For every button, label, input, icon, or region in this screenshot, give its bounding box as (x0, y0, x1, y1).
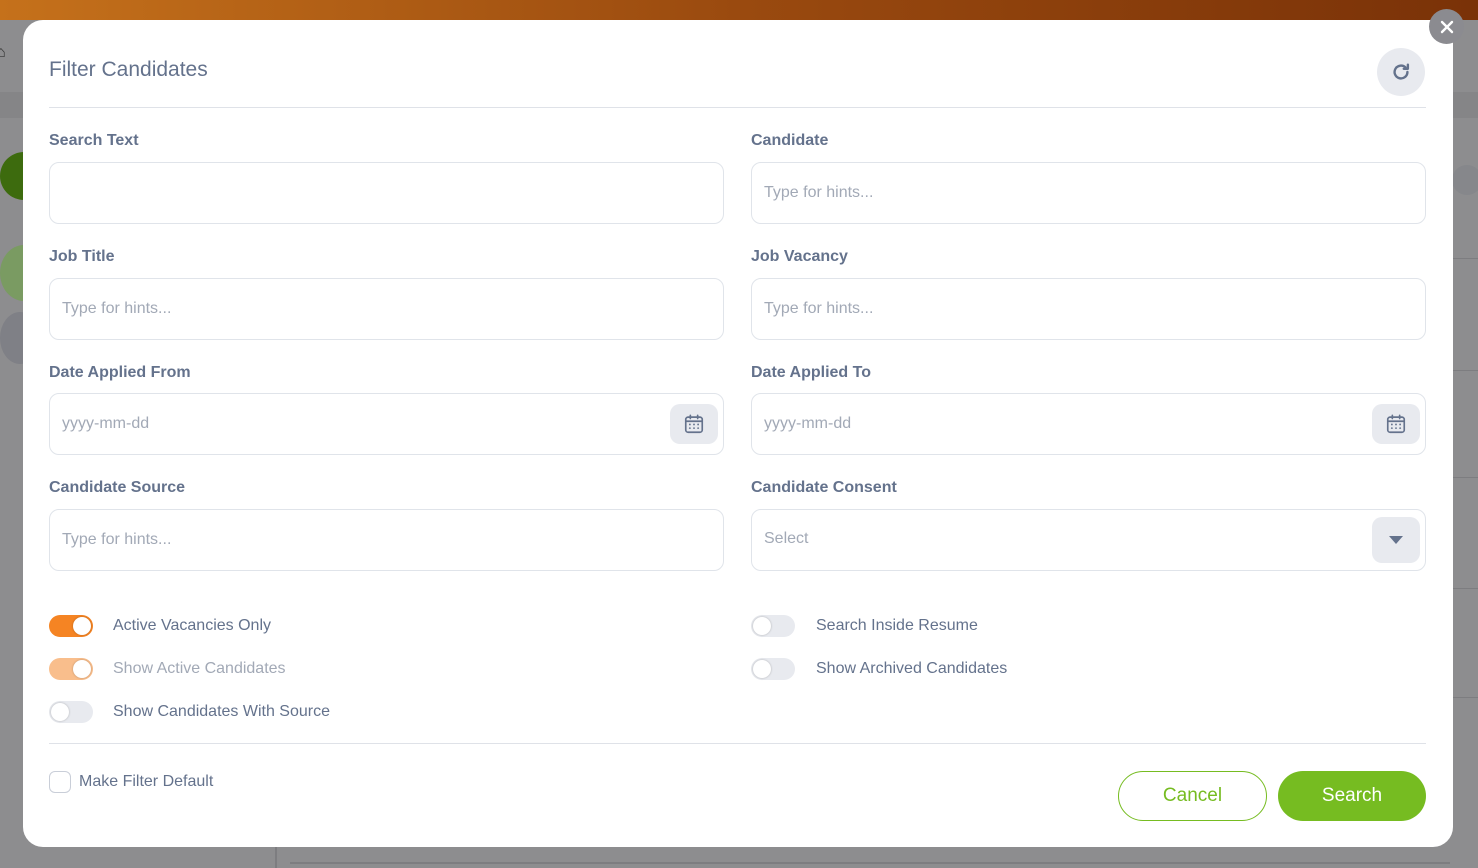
candidate-label: Candidate (751, 132, 829, 149)
date-to-label: Date Applied To (751, 364, 871, 381)
search-text-field[interactable] (49, 162, 724, 224)
active-vacancies-label: Active Vacancies Only (113, 617, 271, 634)
search-inside-resume-label: Search Inside Resume (816, 617, 978, 634)
candidate-input[interactable] (764, 163, 1324, 223)
search-inside-resume-toggle[interactable] (751, 615, 795, 637)
date-from-field[interactable] (49, 393, 724, 455)
refresh-icon (1393, 63, 1410, 80)
job-title-label: Job Title (49, 248, 115, 265)
close-icon (1440, 20, 1453, 33)
background-dot (1452, 165, 1478, 195)
job-title-field[interactable] (49, 278, 724, 340)
background-top-bar (0, 0, 1478, 20)
candidate-consent-label: Candidate Consent (751, 479, 897, 496)
job-title-input[interactable] (62, 279, 622, 339)
home-icon: ⌂ (0, 44, 6, 61)
active-vacancies-toggle[interactable] (49, 615, 93, 637)
search-text-label: Search Text (49, 132, 139, 149)
date-to-field[interactable] (751, 393, 1426, 455)
job-vacancy-label: Job Vacancy (751, 248, 848, 265)
show-candidates-with-source-toggle[interactable] (49, 701, 93, 723)
candidate-source-field[interactable] (49, 509, 724, 571)
footer-divider (49, 743, 1426, 744)
candidate-source-input[interactable] (62, 510, 622, 570)
date-to-input[interactable] (764, 394, 1324, 454)
date-from-calendar-button[interactable] (670, 404, 718, 444)
candidate-source-label: Candidate Source (49, 479, 186, 496)
show-archived-candidates-label: Show Archived Candidates (816, 660, 1008, 677)
make-filter-default-label: Make Filter Default (79, 773, 214, 790)
filter-candidates-dialog: Filter Candidates Search Text Candidate … (23, 20, 1453, 847)
cancel-button[interactable]: Cancel (1118, 771, 1267, 821)
date-from-label: Date Applied From (49, 364, 191, 381)
caret-down-icon (1389, 536, 1403, 544)
show-archived-candidates-toggle[interactable] (751, 658, 795, 680)
date-to-calendar-button[interactable] (1372, 404, 1420, 444)
close-dialog-button[interactable] (1429, 9, 1464, 44)
date-from-input[interactable] (62, 394, 622, 454)
search-button[interactable]: Search (1278, 771, 1426, 821)
job-vacancy-input[interactable] (764, 279, 1324, 339)
modal-title: Filter Candidates (49, 58, 208, 81)
calendar-icon (1386, 414, 1406, 434)
search-text-input[interactable] (62, 163, 622, 223)
show-active-candidates-toggle[interactable] (49, 658, 93, 680)
calendar-icon (684, 414, 704, 434)
show-active-candidates-label: Show Active Candidates (113, 660, 286, 677)
candidate-field[interactable] (751, 162, 1426, 224)
job-vacancy-field[interactable] (751, 278, 1426, 340)
reset-filter-button[interactable] (1377, 48, 1425, 96)
show-candidates-with-source-label: Show Candidates With Source (113, 703, 330, 720)
candidate-consent-selected: Select (764, 530, 809, 547)
candidate-consent-dropdown-button[interactable] (1372, 517, 1420, 563)
candidate-consent-select[interactable]: Select (751, 509, 1426, 571)
header-divider (49, 107, 1426, 108)
make-filter-default-checkbox[interactable] (49, 771, 71, 793)
